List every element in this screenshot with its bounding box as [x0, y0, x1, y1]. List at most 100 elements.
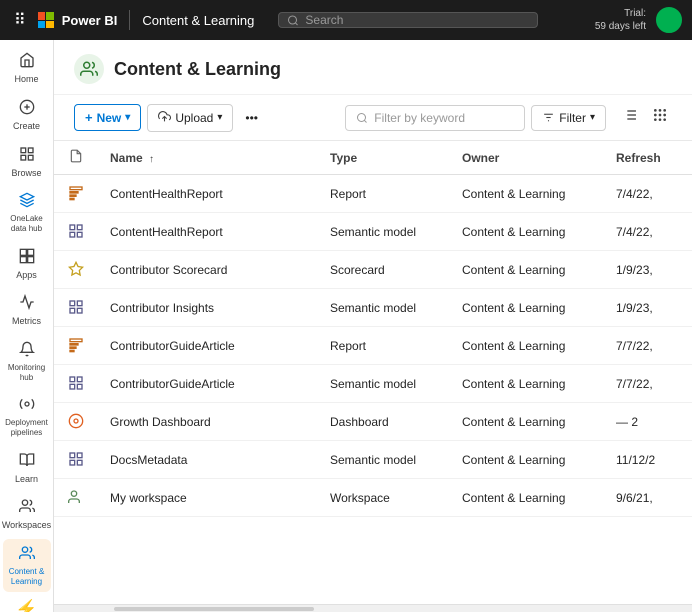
upload-button[interactable]: Upload ▾	[147, 104, 233, 132]
content-table: Name ↑ Type Owner Refresh ContentHealthR…	[54, 141, 692, 604]
filter-label: Filter	[559, 111, 586, 125]
sidebar-label-deployment: Deployment pipelines	[5, 418, 49, 437]
table-row[interactable]: My workspace Workspace Content & Learnin…	[54, 479, 692, 517]
sidebar-item-create[interactable]: Create	[3, 93, 51, 138]
user-avatar[interactable]	[656, 7, 682, 33]
deployment-icon	[19, 396, 35, 416]
semantic-icon	[66, 449, 86, 469]
search-icon	[287, 14, 299, 27]
sidebar-item-monitoring[interactable]: Monitoring hub	[3, 335, 51, 388]
row-name: Growth Dashboard	[98, 403, 318, 441]
row-refresh: 7/7/22,	[604, 327, 692, 365]
sidebar-item-onelake[interactable]: OneLake data hub	[3, 186, 51, 239]
row-owner: Content & Learning	[450, 403, 604, 441]
new-button[interactable]: + New ▾	[74, 104, 141, 131]
sidebar-label-apps: Apps	[16, 270, 37, 281]
row-owner: Content & Learning	[450, 213, 604, 251]
upload-label: Upload	[175, 111, 213, 125]
workspace-icon	[66, 487, 86, 507]
row-type: Semantic model	[318, 213, 450, 251]
sidebar-item-deployment[interactable]: Deployment pipelines	[3, 390, 51, 443]
toolbar-view-options	[618, 103, 672, 132]
keyword-filter-input[interactable]	[374, 111, 494, 125]
page-header: Content & Learning	[54, 40, 692, 95]
create-icon	[19, 99, 35, 119]
learn-icon	[19, 452, 35, 472]
ms-logo-icon	[38, 12, 54, 28]
table-row[interactable]: ContentHealthReport Semantic model Conte…	[54, 213, 692, 251]
sidebar-item-browse[interactable]: Browse	[3, 140, 51, 185]
row-name: ContentHealthReport	[98, 175, 318, 213]
table-row[interactable]: ContributorGuideArticle Report Content &…	[54, 327, 692, 365]
filter-button[interactable]: Filter ▾	[531, 105, 606, 131]
keyword-filter[interactable]	[345, 105, 525, 131]
sidebar-item-content-learning[interactable]: Content & Learning	[3, 539, 51, 592]
sidebar-label-home: Home	[14, 74, 38, 85]
upload-icon	[158, 110, 171, 126]
row-icon-cell	[54, 213, 98, 251]
report-icon	[66, 335, 86, 355]
new-label: New	[97, 111, 122, 125]
col-header-type: Type	[318, 141, 450, 175]
sidebar-label-monitoring: Monitoring hub	[5, 363, 49, 382]
waffle-icon[interactable]: ⠿	[10, 6, 30, 34]
trial-badge: Trial: 59 days left	[595, 7, 646, 33]
col-header-name[interactable]: Name ↑	[98, 141, 318, 175]
row-name: ContentHealthReport	[98, 213, 318, 251]
semantic-icon	[66, 373, 86, 393]
table-row[interactable]: ContributorGuideArticle Semantic model C…	[54, 365, 692, 403]
semantic-icon	[66, 297, 86, 317]
row-owner: Content & Learning	[450, 175, 604, 213]
sidebar-item-home[interactable]: Home	[3, 46, 51, 91]
row-type: Dashboard	[318, 403, 450, 441]
more-options-button[interactable]: •••	[239, 106, 264, 130]
row-type: Report	[318, 175, 450, 213]
row-name: ContributorGuideArticle	[98, 327, 318, 365]
sidebar-item-powerbi[interactable]: ⚡ Power BI	[3, 594, 51, 612]
sidebar-item-apps[interactable]: Apps	[3, 242, 51, 287]
search-input[interactable]	[305, 13, 529, 27]
row-icon-cell	[54, 327, 98, 365]
table-row[interactable]: DocsMetadata Semantic model Content & Le…	[54, 441, 692, 479]
sidebar-label-create: Create	[13, 121, 40, 132]
table-row[interactable]: Contributor Insights Semantic model Cont…	[54, 289, 692, 327]
search-box[interactable]	[278, 12, 538, 28]
plus-icon: +	[85, 110, 93, 125]
dashboard-icon	[66, 411, 86, 431]
nav-right: Trial: 59 days left	[595, 7, 682, 33]
sidebar-label-workspaces: Workspaces	[2, 520, 51, 531]
table-row[interactable]: Contributor Scorecard Scorecard Content …	[54, 251, 692, 289]
table-row[interactable]: Growth Dashboard Dashboard Content & Lea…	[54, 403, 692, 441]
row-name: ContributorGuideArticle	[98, 365, 318, 403]
col-header-owner: Owner	[450, 141, 604, 175]
sidebar-label-onelake: OneLake data hub	[5, 214, 49, 233]
home-icon	[19, 52, 35, 72]
row-refresh: — 2	[604, 403, 692, 441]
apps-icon	[19, 248, 35, 268]
row-owner: Content & Learning	[450, 251, 604, 289]
table-row[interactable]: ContentHealthReport Report Content & Lea…	[54, 175, 692, 213]
row-type: Semantic model	[318, 289, 450, 327]
sidebar-item-metrics[interactable]: Metrics	[3, 288, 51, 333]
semantic-icon	[66, 221, 86, 241]
content-learning-icon	[19, 545, 35, 565]
sidebar-item-workspaces[interactable]: Workspaces	[3, 492, 51, 537]
list-view-button[interactable]	[618, 103, 642, 132]
row-type: Semantic model	[318, 441, 450, 479]
row-refresh: 7/4/22,	[604, 175, 692, 213]
row-icon-cell	[54, 441, 98, 479]
sidebar-item-learn[interactable]: Learn	[3, 446, 51, 491]
sort-arrow-icon: ↑	[149, 154, 154, 165]
horizontal-scrollbar[interactable]	[54, 604, 692, 612]
row-type: Scorecard	[318, 251, 450, 289]
workspace-header-icon	[74, 54, 104, 84]
row-owner: Content & Learning	[450, 479, 604, 517]
powerbi-icon: ⚡	[15, 600, 37, 612]
scrollbar-thumb	[114, 607, 314, 611]
row-name: DocsMetadata	[98, 441, 318, 479]
workspaces-icon	[19, 498, 35, 518]
grid-view-button[interactable]	[648, 103, 672, 132]
nav-divider	[129, 10, 130, 30]
top-navigation: ⠿ Power BI Content & Learning Trial: 59 …	[0, 0, 692, 40]
row-refresh: 9/6/21,	[604, 479, 692, 517]
